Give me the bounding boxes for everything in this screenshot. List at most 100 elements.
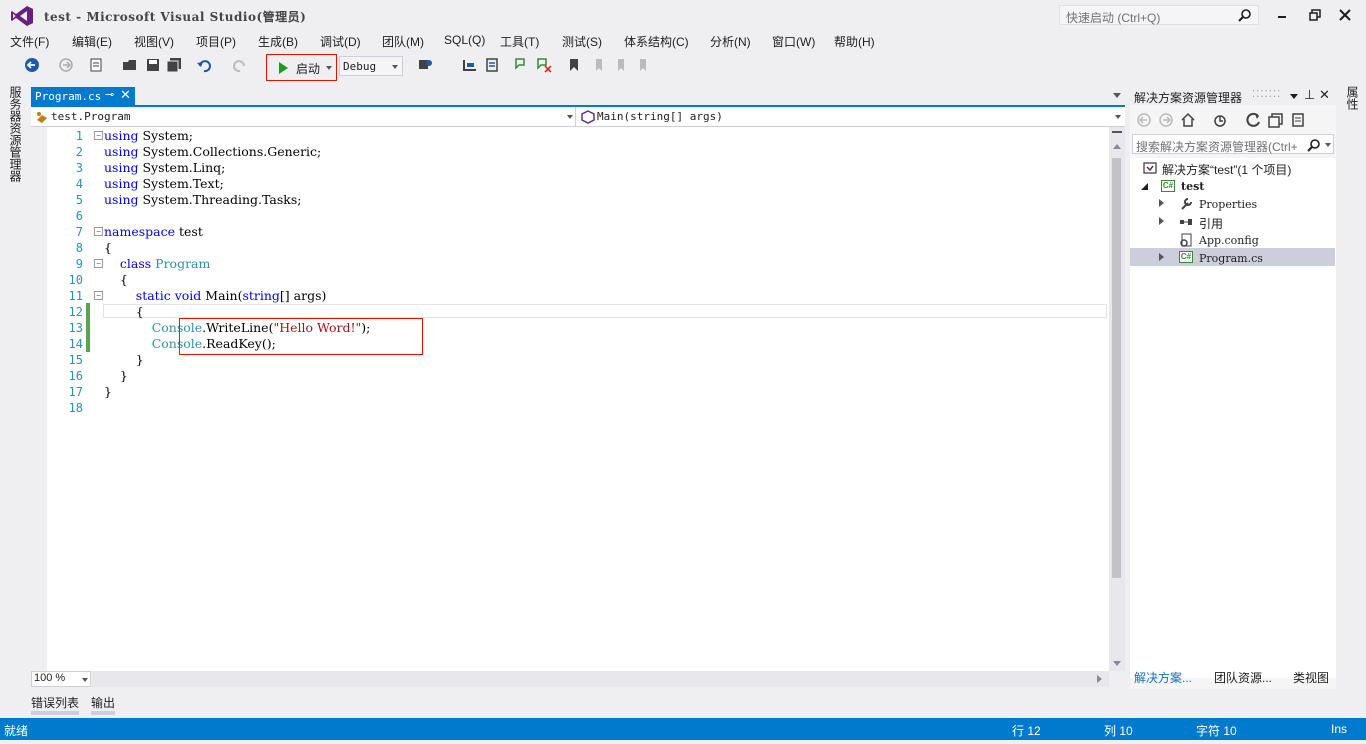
code-line: namespace test [104,224,203,239]
step-into-icon[interactable] [462,57,478,73]
code-line: } [104,384,112,399]
collapsed-arrow-icon[interactable] [1159,199,1164,207]
tree-item-app-config[interactable]: App.config [1199,234,1259,247]
start-debugging-button[interactable]: 启动 [266,54,337,81]
chevron-down-icon[interactable] [326,66,332,70]
close-panel-icon[interactable]: ✕ [1319,87,1330,103]
split-handle-icon[interactable] [1112,131,1122,133]
back-icon[interactable] [24,57,40,73]
menu-team[interactable]: 团队(M) [382,33,424,50]
bookmark-icon[interactable] [566,57,582,73]
pin-icon[interactable]: ⊥ [1304,87,1315,103]
quick-launch-input[interactable]: 快速启动 (Ctrl+Q) [1059,5,1259,25]
menu-sql[interactable]: SQL(Q) [444,33,485,47]
menu-analyze[interactable]: 分析(N) [710,33,751,50]
solution-search-input[interactable]: 搜索解决方案资源管理器(Ctrl+ [1132,134,1334,154]
show-all-files-icon[interactable] [1290,112,1306,128]
configuration-value: Debug [343,60,377,73]
back-icon[interactable] [1136,112,1152,128]
new-project-icon[interactable] [88,57,104,73]
forward-icon[interactable] [1158,112,1174,128]
tab-output[interactable]: 输出 [91,694,115,711]
undo-icon[interactable] [196,57,212,73]
menu-test[interactable]: 测试(S) [562,33,602,50]
close-tab-icon[interactable]: ✕ [120,87,131,103]
sync-icon[interactable] [1212,112,1228,128]
menu-project[interactable]: 项目(P) [196,33,236,50]
zoom-level-select[interactable]: 100 % [31,671,91,687]
type-dropdown[interactable]: test.Program [31,107,576,127]
prev-bookmark-icon[interactable] [590,57,606,73]
navigation-bar: test.Program Main(string[] args) [31,107,1125,127]
chevron-down-icon[interactable] [1115,115,1121,119]
server-explorer-tab[interactable]: 服务器资源管理器 [8,86,24,182]
code-line: { [104,240,112,255]
close-button[interactable] [1333,6,1357,24]
collapse-icon[interactable]: − [94,291,103,300]
line-number: 15 [68,353,83,367]
forward-icon[interactable] [58,57,74,73]
collapse-icon[interactable]: − [94,227,103,236]
line-number: 3 [75,161,83,175]
minimize-button[interactable] [1270,6,1294,24]
collapsed-arrow-icon[interactable] [1159,217,1164,225]
tab-error-list[interactable]: 错误列表 [31,694,79,711]
horizontal-scrollbar[interactable] [92,671,1109,687]
tree-item-references[interactable]: 引用 [1199,215,1223,232]
code-editor[interactable] [31,127,1109,671]
restore-button[interactable] [1303,6,1327,24]
menu-tools[interactable]: 工具(T) [500,33,539,50]
save-icon[interactable] [145,57,161,73]
tab-solution-explorer[interactable]: 解决方案... [1134,669,1192,686]
scroll-right-icon[interactable] [1097,675,1102,683]
find-in-files-icon[interactable] [418,57,434,73]
document-list-dropdown-icon[interactable] [1113,93,1121,98]
tab-class-view[interactable]: 类视图 [1293,669,1329,686]
menu-debug[interactable]: 调试(D) [320,33,361,50]
solution-configuration-select[interactable]: Debug [339,56,403,76]
line-number: 17 [68,385,83,399]
panel-menu-icon[interactable] [1290,94,1298,99]
comment-icon[interactable] [514,57,530,73]
collapsed-arrow-icon[interactable] [1159,253,1164,261]
step-over-icon[interactable] [484,57,500,73]
class-icon [37,112,47,123]
save-all-icon[interactable] [166,57,182,73]
refresh-icon[interactable] [1246,112,1262,128]
next-bookmark-icon[interactable] [612,57,628,73]
menu-help[interactable]: 帮助(H) [834,33,875,50]
search-icon[interactable] [1307,138,1321,152]
collapse-icon[interactable]: − [94,131,103,140]
code-line: using System.Threading.Tasks; [104,192,302,207]
pin-icon[interactable]: ⊸ [105,88,114,101]
redo-icon[interactable] [232,57,248,73]
member-dropdown-value[interactable]: Main(string[] args) [597,110,723,123]
tree-item-properties[interactable]: Properties [1199,198,1257,211]
code-line: static void Main(string[] args) [135,288,327,303]
chevron-down-icon[interactable] [1325,143,1331,147]
menu-file[interactable]: 文件(F) [10,33,49,50]
scroll-down-icon[interactable] [1113,661,1121,666]
menu-window[interactable]: 窗口(W) [772,33,815,50]
tab-team-explorer[interactable]: 团队资源... [1214,669,1272,686]
collapse-all-icon[interactable] [1268,112,1284,128]
clear-bookmarks-icon[interactable] [634,57,650,73]
document-tab-program-cs[interactable]: Program.cs ⊸ ✕ [31,87,135,105]
open-file-icon[interactable] [122,57,138,73]
menu-architecture[interactable]: 体系结构(C) [624,33,689,50]
tree-item-project[interactable]: test [1181,180,1204,193]
home-icon[interactable] [1180,112,1196,128]
scroll-up-icon[interactable] [1113,144,1121,149]
window-title: test - Microsoft Visual Studio(管理员) [44,10,307,24]
chevron-down-icon [567,115,573,119]
uncomment-icon[interactable] [536,57,552,73]
collapse-icon[interactable]: − [94,259,103,268]
tree-item-program-cs[interactable]: Program.cs [1199,252,1263,265]
tree-item-solution[interactable]: 解决方案“test”(1 个项目) [1162,161,1291,178]
vertical-scroll-thumb[interactable] [1112,158,1121,578]
menu-edit[interactable]: 编辑(E) [72,33,112,50]
properties-tab[interactable]: 属性 [1344,86,1361,110]
menu-build[interactable]: 生成(B) [258,33,298,50]
menu-view[interactable]: 视图(V) [134,33,174,50]
code-line: using System; [104,128,194,143]
